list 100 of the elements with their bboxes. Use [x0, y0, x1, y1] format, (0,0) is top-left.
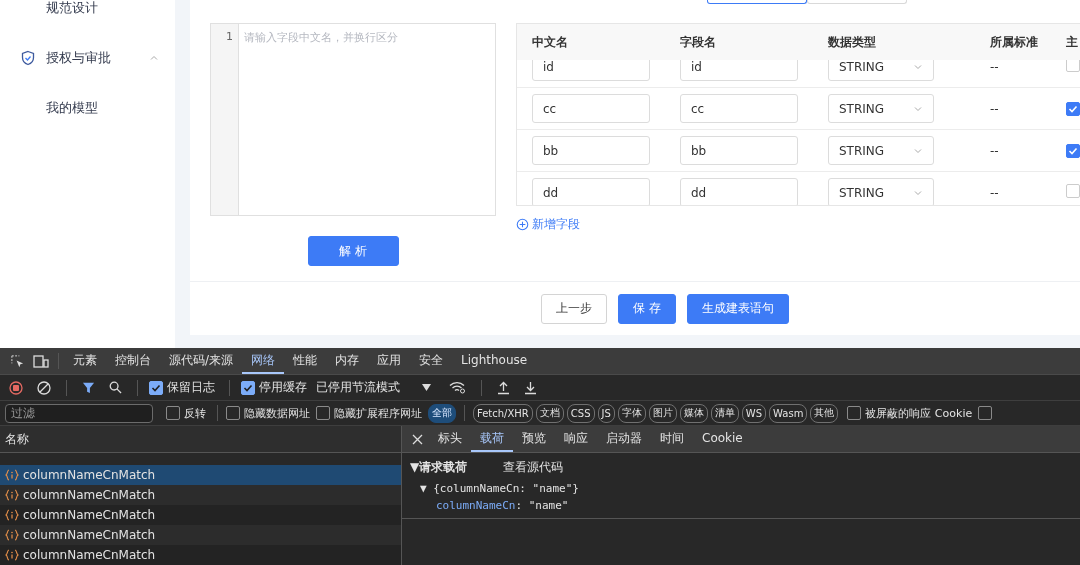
checkbox[interactable] — [166, 406, 180, 420]
type-filter-chip[interactable]: CSS — [566, 403, 595, 423]
type-select[interactable]: STRING — [828, 94, 934, 123]
request-row[interactable]: columnNameCnMatch — [0, 465, 401, 485]
table-cell-text: -- — [990, 143, 1000, 158]
filter-option[interactable]: 隐藏扩展程序网址 — [316, 405, 422, 421]
type-filter-chip[interactable]: WS — [741, 403, 767, 423]
type-filter-chip[interactable]: 图片 — [648, 403, 677, 423]
type-filter-chip[interactable]: JS — [597, 403, 615, 423]
throttling-dropdown[interactable]: 已停用节流模式 — [316, 379, 431, 396]
segment-tab[interactable] — [707, 0, 807, 4]
input-field[interactable]: id — [680, 60, 798, 81]
devtools-tab[interactable]: 性能 — [284, 348, 327, 374]
plus-circle-icon — [516, 218, 529, 231]
filter-input[interactable]: 过滤 — [5, 403, 153, 423]
checkbox[interactable] — [316, 406, 330, 420]
checkbox[interactable] — [241, 380, 255, 395]
request-row[interactable]: columnNameCnMatch — [0, 505, 401, 525]
footer-button[interactable]: 保 存 — [618, 293, 676, 324]
devtools-tab[interactable]: 应用 — [368, 348, 411, 374]
preserve-log-option[interactable]: 保留日志 — [149, 379, 215, 396]
sidebar-item[interactable]: 规范设计 — [0, 0, 175, 33]
column-header: 所属标准 — [990, 33, 1039, 51]
edge-checkbox[interactable] — [978, 406, 993, 420]
type-select[interactable]: STRING — [828, 178, 934, 205]
input-field[interactable]: cc — [532, 94, 650, 123]
input-field[interactable]: dd — [680, 178, 798, 205]
devtools-tab[interactable]: 内存 — [326, 348, 369, 374]
type-filter-chip[interactable]: 字体 — [617, 403, 646, 423]
input-field[interactable]: bb — [532, 136, 650, 165]
input-field[interactable]: cc — [680, 94, 798, 123]
text-area[interactable]: 请输入字段中文名，并换行区分 — [239, 23, 496, 216]
json-icon — [5, 529, 19, 541]
filter-option[interactable]: 隐藏数据网址 — [226, 405, 310, 421]
detail-tab[interactable]: 预览 — [513, 426, 555, 452]
view-source-link[interactable]: 查看源代码 — [503, 459, 564, 476]
checkbox[interactable] — [847, 406, 862, 420]
column-header: 中文名 — [532, 33, 569, 51]
type-filter-chip[interactable]: 全部 — [428, 403, 456, 423]
request-row[interactable]: columnNameCnMatch — [0, 525, 401, 545]
shield-icon — [20, 50, 36, 66]
disable-cache-option[interactable]: 停用缓存 — [241, 379, 307, 396]
checkbox[interactable] — [1066, 102, 1080, 116]
payload-property: columnNameCn: "name" — [435, 498, 570, 512]
type-filter-chip[interactable]: 清单 — [710, 403, 739, 423]
detail-tab[interactable]: 标头 — [429, 426, 471, 452]
checkmark-icon — [151, 382, 161, 393]
type-select[interactable]: STRING — [828, 60, 934, 81]
type-filter-chip[interactable]: Wasm — [769, 403, 808, 423]
json-icon — [5, 549, 19, 561]
chevron-icon — [149, 53, 159, 63]
section-title[interactable]: ▼请求载荷 — [410, 459, 468, 476]
devtools-tab[interactable]: 元素 — [64, 348, 106, 374]
table-cell-text: -- — [990, 60, 1000, 74]
detail-tab[interactable]: 时间 — [651, 426, 693, 452]
footer-button[interactable]: 上一步 — [541, 293, 608, 324]
json-icon — [5, 509, 19, 521]
devtools-tab[interactable]: 网络 — [242, 348, 285, 374]
devtools-tab[interactable]: 源代码/来源 — [160, 348, 243, 374]
checkmark-icon — [1068, 146, 1078, 156]
type-filter-chip[interactable]: 文档 — [535, 403, 564, 423]
devtools-tab[interactable]: Lighthouse — [452, 348, 537, 374]
detail-tab[interactable]: Cookie — [693, 426, 752, 452]
json-icon — [5, 469, 19, 481]
devtools-tab[interactable]: 安全 — [410, 348, 453, 374]
payload-object[interactable]: ▼ {columnNameCn: "name"} — [402, 476, 1080, 495]
column-header: 数据类型 — [828, 33, 877, 51]
checkbox[interactable] — [1066, 184, 1080, 198]
checkbox[interactable] — [1066, 60, 1080, 72]
sidebar-group[interactable]: 授权与审批 — [0, 33, 175, 83]
detail-tab[interactable]: 启动器 — [597, 426, 651, 452]
table-cell-text: -- — [990, 101, 1000, 116]
checkbox[interactable] — [226, 406, 240, 420]
request-row[interactable]: columnNameCnMatch — [0, 545, 401, 565]
parse-button[interactable]: 解 析 — [307, 236, 399, 266]
type-filter-chip[interactable]: 媒体 — [679, 403, 708, 423]
blocked-cookies-option[interactable]: 被屏蔽的响应 Cookie — [847, 405, 973, 421]
json-icon — [5, 489, 19, 501]
table-cell-text: -- — [990, 185, 1000, 200]
checkmark-icon — [243, 382, 253, 393]
caret-icon — [422, 384, 431, 391]
line-number: 1 — [210, 23, 239, 216]
column-header: 字段名 — [680, 33, 717, 51]
input-field[interactable]: dd — [532, 178, 650, 205]
devtools-tab[interactable]: 控制台 — [106, 348, 160, 374]
sidebar-item[interactable]: 我的模型 — [0, 83, 175, 133]
detail-tab[interactable]: 载荷 — [471, 426, 513, 452]
request-row[interactable]: columnNameCnMatch — [0, 485, 401, 505]
input-field[interactable]: bb — [680, 136, 798, 165]
type-select[interactable]: STRING — [828, 136, 934, 165]
type-filter-chip[interactable]: Fetch/XHR — [473, 403, 533, 423]
footer-button[interactable]: 生成建表语句 — [686, 293, 789, 324]
add-field-link[interactable]: 新增字段 — [516, 216, 580, 233]
checkbox[interactable] — [149, 380, 163, 395]
input-field[interactable]: id — [532, 60, 650, 81]
filter-option[interactable]: 反转 — [166, 405, 206, 421]
checkbox[interactable] — [1066, 144, 1080, 158]
column-header: 主 — [1066, 33, 1079, 51]
detail-tab[interactable]: 响应 — [555, 426, 597, 452]
type-filter-chip[interactable]: 其他 — [810, 403, 839, 423]
